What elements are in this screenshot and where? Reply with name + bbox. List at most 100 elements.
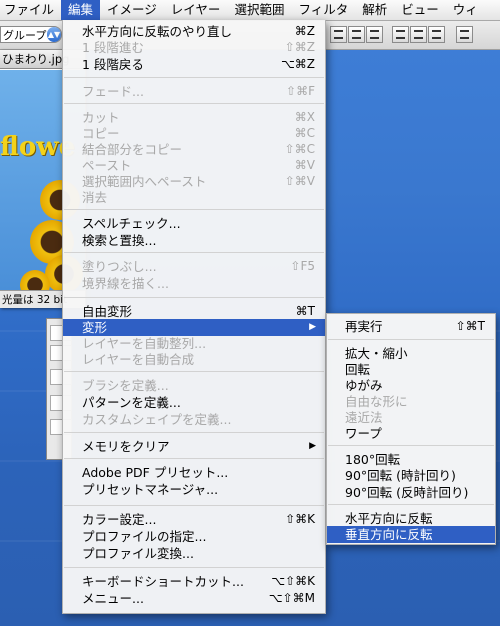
edit-menu-item: カット ⌘X (63, 109, 325, 126)
edit-menu-item-label: フェード... (82, 84, 144, 99)
edit-menu-item: 消去 (63, 189, 325, 206)
transform-submenu-item[interactable]: 拡大・縮小 (327, 345, 495, 362)
edit-menu-item[interactable]: 水平方向に反転のやり直し ⌘Z (63, 23, 325, 40)
edit-menu-item: レイヤーを自動合成 (63, 351, 325, 368)
transform-submenu-item-label: 遠近法 (345, 410, 383, 425)
align-top-button[interactable] (330, 26, 347, 43)
menu-separator (64, 297, 324, 298)
edit-menu-item-label: パターンを定義... (82, 395, 181, 410)
edit-menu-item-shortcut: ⌘V (294, 158, 315, 172)
align-middle-button[interactable] (348, 26, 365, 43)
edit-menu-item-label: プロファイルの指定... (82, 529, 207, 544)
edit-menu-item[interactable]: プロファイルの指定... (63, 528, 325, 545)
align-right-button[interactable] (428, 26, 445, 43)
edit-menu-item: レイヤーを自動整列... (63, 335, 325, 352)
edit-menu-item[interactable]: メモリをクリア ▶ (63, 438, 325, 455)
menu-analysis[interactable]: 解析 (355, 0, 394, 20)
menu-separator (64, 505, 324, 506)
menu-view[interactable]: ビュー (394, 0, 446, 20)
edit-menu-item[interactable]: キーボードショートカット... ⌥⇧⌘K (63, 573, 325, 590)
edit-menu-item: ブラシを定義... (63, 377, 325, 394)
edit-menu-item-label: 検索と置換... (82, 233, 157, 248)
transform-submenu-item-shortcut: ⇧⌘T (455, 319, 485, 333)
transform-submenu-item-label: 水平方向に反転 (345, 511, 433, 526)
transform-submenu-item[interactable]: 回転 (327, 361, 495, 378)
edit-menu-item-label: スペルチェック... (82, 216, 181, 231)
edit-menu-item: カスタムシェイプを定義... (63, 411, 325, 428)
menu-window[interactable]: ウィ (446, 0, 485, 20)
transform-submenu-item-label: 90°回転 (反時計回り) (345, 485, 469, 500)
edit-menu-item[interactable]: 変形 ▶ (63, 319, 325, 336)
edit-menu-item[interactable]: 1 段階戻る ⌥⌘Z (63, 56, 325, 73)
transform-submenu-item[interactable]: 水平方向に反転 (327, 510, 495, 527)
edit-menu-item-shortcut: ⌘T (295, 304, 315, 318)
transform-submenu-item-label: ワープ (345, 426, 382, 441)
edit-menu-item[interactable]: カラー設定... ⇧⌘K (63, 511, 325, 528)
align-center-button[interactable] (410, 26, 427, 43)
menu-separator (64, 371, 324, 372)
edit-menu-item: フェード... ⇧⌘F (63, 83, 325, 100)
edit-menu-item-shortcut: ⇧⌘F (286, 84, 315, 98)
edit-menu-item[interactable]: プリセットマネージャ... (63, 481, 325, 498)
edit-menu-item: 境界線を描く... (63, 275, 325, 292)
menu-layer[interactable]: レイヤー (164, 0, 228, 20)
edit-menu-item-label: Adobe PDF プリセット... (82, 465, 229, 480)
transform-submenu-item[interactable]: ゆがみ (327, 377, 495, 394)
menu-select[interactable]: 選択範囲 (227, 0, 291, 20)
edit-menu-item-label: プロファイル変換... (82, 546, 194, 561)
edit-menu-item[interactable]: 自由変形 ⌘T (63, 303, 325, 320)
edit-menu-item-label: 結合部分をコピー (82, 142, 183, 157)
menu-separator (64, 567, 324, 568)
edit-menu-item-shortcut: ⌥⇧⌘K (271, 574, 315, 588)
edit-menu-item-label: キーボードショートカット... (82, 574, 244, 589)
transform-submenu: 再実行 ⇧⌘T 拡大・縮小 回転 ゆがみ 自由な形に 遠近法 ワープ 180°回転 90°回転 (… (326, 313, 496, 545)
edit-menu-item-label: 1 段階進む (82, 40, 144, 55)
transform-submenu-item[interactable]: 180°回転 (327, 451, 495, 468)
menu-file[interactable]: ファイル (0, 0, 61, 20)
edit-menu-item-label: カット (82, 110, 120, 125)
menu-separator (328, 339, 494, 340)
edit-menu-item[interactable]: Adobe PDF プリセット... (63, 464, 325, 481)
transform-submenu-item[interactable]: 90°回転 (反時計回り) (327, 484, 495, 501)
group-select[interactable]: グループ ▲▼ (0, 26, 62, 43)
align-left-button[interactable] (392, 26, 409, 43)
edit-menu-item-label: 境界線を描く... (82, 276, 169, 291)
edit-menu-item[interactable]: スペルチェック... (63, 215, 325, 232)
menu-separator (328, 504, 494, 505)
select-arrow-icon: ▲▼ (47, 27, 61, 42)
auto-align-button[interactable] (456, 26, 473, 43)
edit-menu-item: 結合部分をコピー ⇧⌘C (63, 141, 325, 158)
edit-menu-item-label: レイヤーを自動合成 (82, 352, 195, 367)
edit-menu-item-label: 水平方向に反転のやり直し (82, 24, 233, 39)
transform-submenu-item[interactable]: 再実行 ⇧⌘T (327, 318, 495, 335)
edit-menu-item-shortcut: ⇧⌘K (285, 512, 315, 526)
edit-menu-item: 1 段階進む ⇧⌘Z (63, 39, 325, 56)
menu-image[interactable]: イメージ (100, 0, 164, 20)
edit-menu-item-shortcut: ⌥⌘Z (280, 57, 315, 71)
menu-separator (328, 445, 494, 446)
edit-menu-item: 塗りつぶし... ⇧F5 (63, 258, 325, 275)
edit-menu-item-shortcut: ⌘C (294, 126, 315, 140)
edit-menu-item-label: カスタムシェイプを定義... (82, 412, 232, 427)
transform-submenu-item-label: 自由な形に (345, 394, 408, 409)
menu-edit[interactable]: 編集 (61, 0, 101, 20)
transform-submenu-item: 遠近法 (327, 409, 495, 426)
edit-menu-item[interactable]: プロファイル変換... (63, 545, 325, 562)
edit-menu-item-label: メニュー... (82, 591, 144, 606)
menu-separator (64, 458, 324, 459)
menu-bar: ファイル 編集 イメージ レイヤー 選択範囲 フィルタ 解析 ビュー ウィ (0, 0, 500, 21)
edit-menu-item[interactable]: パターンを定義... (63, 394, 325, 411)
edit-menu-item-label: ペースト (82, 158, 132, 173)
edit-menu-item-label: レイヤーを自動整列... (82, 336, 207, 351)
edit-menu-item[interactable]: メニュー... ⌥⇧⌘M (63, 590, 325, 607)
align-bottom-button[interactable] (366, 26, 383, 43)
edit-menu-item-label: 消去 (82, 190, 108, 205)
edit-menu-item-shortcut: ⇧⌘C (284, 142, 315, 156)
submenu-arrow-icon: ▶ (309, 441, 316, 451)
edit-menu-item[interactable]: 検索と置換... (63, 232, 325, 249)
menu-filter[interactable]: フィルタ (291, 0, 355, 20)
transform-submenu-item[interactable]: ワープ (327, 425, 495, 442)
transform-submenu-item[interactable]: 90°回転 (時計回り) (327, 467, 495, 484)
transform-submenu-item[interactable]: 垂直方向に反転 (327, 526, 495, 543)
edit-menu-item: コピー ⌘C (63, 125, 325, 142)
